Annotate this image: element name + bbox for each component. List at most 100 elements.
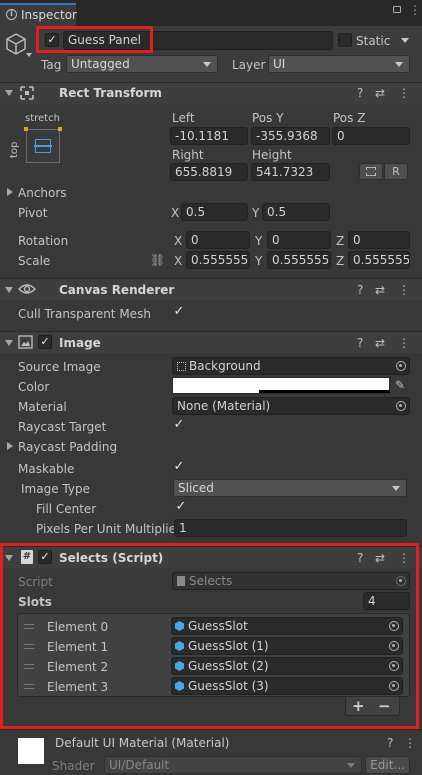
anchors-label[interactable]: Anchors <box>18 186 67 200</box>
source-image-label: Source Image <box>18 360 101 374</box>
rect-transform-title: Rect Transform <box>59 86 162 100</box>
image-icon <box>18 335 33 349</box>
posy-label: Pos Y <box>252 111 284 125</box>
lock-icon[interactable] <box>393 6 401 13</box>
chevron-down-icon <box>392 486 400 491</box>
color-field[interactable] <box>172 377 390 394</box>
right-field[interactable]: 655.8819 <box>170 163 248 181</box>
color-alpha-bar <box>259 390 390 393</box>
help-icon[interactable]: ? <box>357 283 363 297</box>
pixels-per-unit-value: 1 <box>179 521 187 535</box>
pixels-per-unit-field[interactable]: 1 <box>174 519 407 537</box>
height-field[interactable]: 541.7323 <box>251 163 330 181</box>
pivot-y-field[interactable]: 0.5 <box>262 203 330 221</box>
rotation-y-field[interactable]: 0 <box>267 231 331 249</box>
scale-x-field[interactable]: 0.5555556 <box>186 251 250 269</box>
anchor-dot-right <box>58 127 62 131</box>
foldout-arrow-icon[interactable] <box>5 287 13 293</box>
scale-z-value: 0.5555556 <box>353 253 410 267</box>
image-type-value: Sliced <box>178 481 214 495</box>
left-field[interactable]: -10.1181 <box>170 127 248 145</box>
foldout-arrow-icon[interactable] <box>5 90 13 96</box>
scale-x-axis: X <box>174 254 183 268</box>
posz-field[interactable]: 0 <box>332 127 410 145</box>
left-value: -10.1181 <box>175 129 229 143</box>
anchor-preset-vertical-label: top <box>9 141 20 158</box>
footer-separator <box>0 729 422 730</box>
image-enabled-checkbox[interactable]: ✓ <box>38 335 52 349</box>
foldout-arrow-icon[interactable] <box>5 340 13 346</box>
source-image-value: Background <box>189 359 261 373</box>
pivot-label: Pivot <box>18 206 48 220</box>
tab-menu-icon[interactable]: ⋮ <box>409 4 421 16</box>
cull-transparent-mesh-checkbox[interactable]: ✓ <box>172 305 186 320</box>
component-menu-icon[interactable]: ⋮ <box>398 283 410 297</box>
rotation-label: Rotation <box>18 234 69 248</box>
constrain-proportions-icon[interactable]: ⛓ <box>150 253 165 267</box>
anchors-foldout-icon[interactable] <box>7 188 13 196</box>
tag-value: Untagged <box>71 57 130 71</box>
scale-y-field[interactable]: 0.5555556 <box>267 251 331 269</box>
anchor-preset-arrow <box>34 145 52 147</box>
sprite-icon <box>177 362 186 371</box>
presets-icon[interactable]: ⇄ <box>375 86 385 100</box>
rotation-x-axis: X <box>174 234 183 248</box>
inspector-tab[interactable]: i Inspector <box>0 3 77 26</box>
help-icon[interactable]: ? <box>357 86 363 100</box>
scale-x-value: 0.5555556 <box>191 253 250 267</box>
material-field[interactable]: None (Material) <box>172 397 410 415</box>
scale-z-field[interactable]: 0.5555556 <box>348 251 410 269</box>
anchor-dot-left <box>24 127 28 131</box>
component-menu-icon[interactable]: ⋮ <box>398 336 410 350</box>
material-title: Default UI Material (Material) <box>55 736 230 750</box>
pivot-x-field[interactable]: 0.5 <box>181 203 248 221</box>
prefab-dropdown-icon[interactable] <box>26 53 32 57</box>
layer-label: Layer <box>232 58 266 72</box>
presets-icon[interactable]: ⇄ <box>375 336 385 350</box>
height-label: Height <box>252 148 292 162</box>
maskable-checkbox[interactable]: ✓ <box>172 460 186 475</box>
posy-field[interactable]: -355.9368 <box>251 127 330 145</box>
scale-label: Scale <box>18 254 51 268</box>
blueprint-mode-button[interactable] <box>359 163 383 180</box>
tab-title: Inspector <box>21 8 77 22</box>
edit-shader-button[interactable]: Edit... <box>365 756 410 774</box>
posz-value: 0 <box>337 129 345 143</box>
image-type-dropdown[interactable]: Sliced <box>173 479 407 497</box>
maskable-label: Maskable <box>18 462 75 476</box>
raycast-padding-foldout-icon[interactable] <box>7 442 13 450</box>
tag-dropdown[interactable]: Untagged <box>66 55 218 73</box>
pivot-x-axis: X <box>171 206 180 220</box>
anchor-preset-button[interactable] <box>26 129 60 163</box>
raycast-padding-label[interactable]: Raycast Padding <box>18 440 117 454</box>
material-label: Material <box>18 400 67 414</box>
help-icon[interactable]: ? <box>357 336 363 350</box>
raw-edit-button[interactable]: R <box>384 163 408 180</box>
presets-icon[interactable]: ⇄ <box>375 283 385 297</box>
cull-transparent-mesh-label: Cull Transparent Mesh <box>18 307 151 321</box>
rotation-x-field[interactable]: 0 <box>186 231 250 249</box>
fill-center-label: Fill Center <box>36 502 97 516</box>
image-type-label: Image Type <box>21 482 90 496</box>
help-icon[interactable]: ? <box>387 736 393 750</box>
rotation-z-field[interactable]: 0 <box>348 231 410 249</box>
info-icon: i <box>6 9 17 20</box>
source-image-field[interactable]: Background <box>172 357 410 375</box>
name-highlight <box>36 26 153 53</box>
object-picker-icon[interactable] <box>396 401 406 411</box>
layer-dropdown[interactable]: UI <box>268 55 410 73</box>
static-checkbox[interactable] <box>338 33 352 47</box>
raycast-target-checkbox[interactable]: ✓ <box>172 418 186 433</box>
right-label: Right <box>172 148 204 162</box>
posz-label: Pos Z <box>333 111 366 125</box>
material-value: None (Material) <box>177 399 271 413</box>
pivot-x-value: 0.5 <box>186 205 206 219</box>
static-dropdown-icon[interactable] <box>401 38 409 43</box>
object-picker-icon[interactable] <box>396 361 406 371</box>
fill-center-checkbox[interactable]: ✓ <box>174 500 188 515</box>
component-menu-icon[interactable]: ⋮ <box>398 86 410 100</box>
eyedropper-icon[interactable]: ✎ <box>395 378 405 392</box>
shader-dropdown: UI/Default <box>104 756 362 774</box>
raw-edit-label: R <box>392 165 400 178</box>
component-menu-icon[interactable]: ⋮ <box>404 736 416 750</box>
